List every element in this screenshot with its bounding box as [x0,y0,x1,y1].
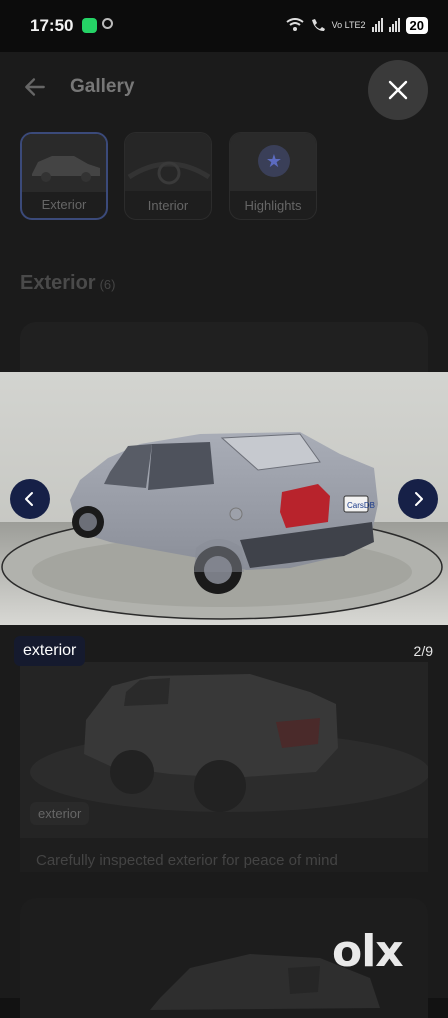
tab-thumbnail [125,133,211,191]
call-icon [311,19,325,31]
status-bar: 17:50 Vo LTE2 20 [0,0,448,52]
network-label: Vo LTE2 [331,19,366,30]
chevron-left-icon [25,492,33,506]
tab-exterior[interactable]: Exterior [20,132,108,220]
plate-watermark: CarsDB [347,501,375,510]
tab-thumbnail [22,134,106,192]
tab-label: Highlights [244,198,302,213]
section-title: Exterior (6) [20,272,116,294]
chevron-right-icon [415,492,423,506]
previous-image-button[interactable] [10,479,50,519]
tab-label: Interior [147,198,189,213]
image-counter: 2/9 [413,643,433,659]
tab-label: Exterior [41,197,87,212]
status-indicators: Vo LTE2 20 [286,14,428,36]
signal-icon [371,18,383,32]
close-icon [388,80,408,100]
tab-highlights[interactable]: ★ Highlights [229,132,317,220]
next-image-button[interactable] [398,479,438,519]
notification-icon [102,18,113,29]
card-caption: Carefully inspected exterior for peace o… [36,852,338,869]
signal-icon-2 [388,18,400,32]
olx-logo: olx [332,926,404,977]
card-tag: exterior [30,802,90,825]
tab-interior[interactable]: Interior [124,132,212,220]
battery-level: 20 [405,16,428,34]
section-count: (6) [99,277,116,292]
back-arrow-icon[interactable] [22,74,48,100]
close-button[interactable] [368,60,428,120]
whatsapp-icon [82,18,97,33]
star-icon: ★ [258,145,290,177]
wifi-icon [286,18,304,31]
main-car-image[interactable]: CarsDB [0,372,448,625]
page-title: Gallery [70,76,135,97]
status-time: 17:50 [30,16,74,35]
image-category-tag: exterior [14,636,86,666]
